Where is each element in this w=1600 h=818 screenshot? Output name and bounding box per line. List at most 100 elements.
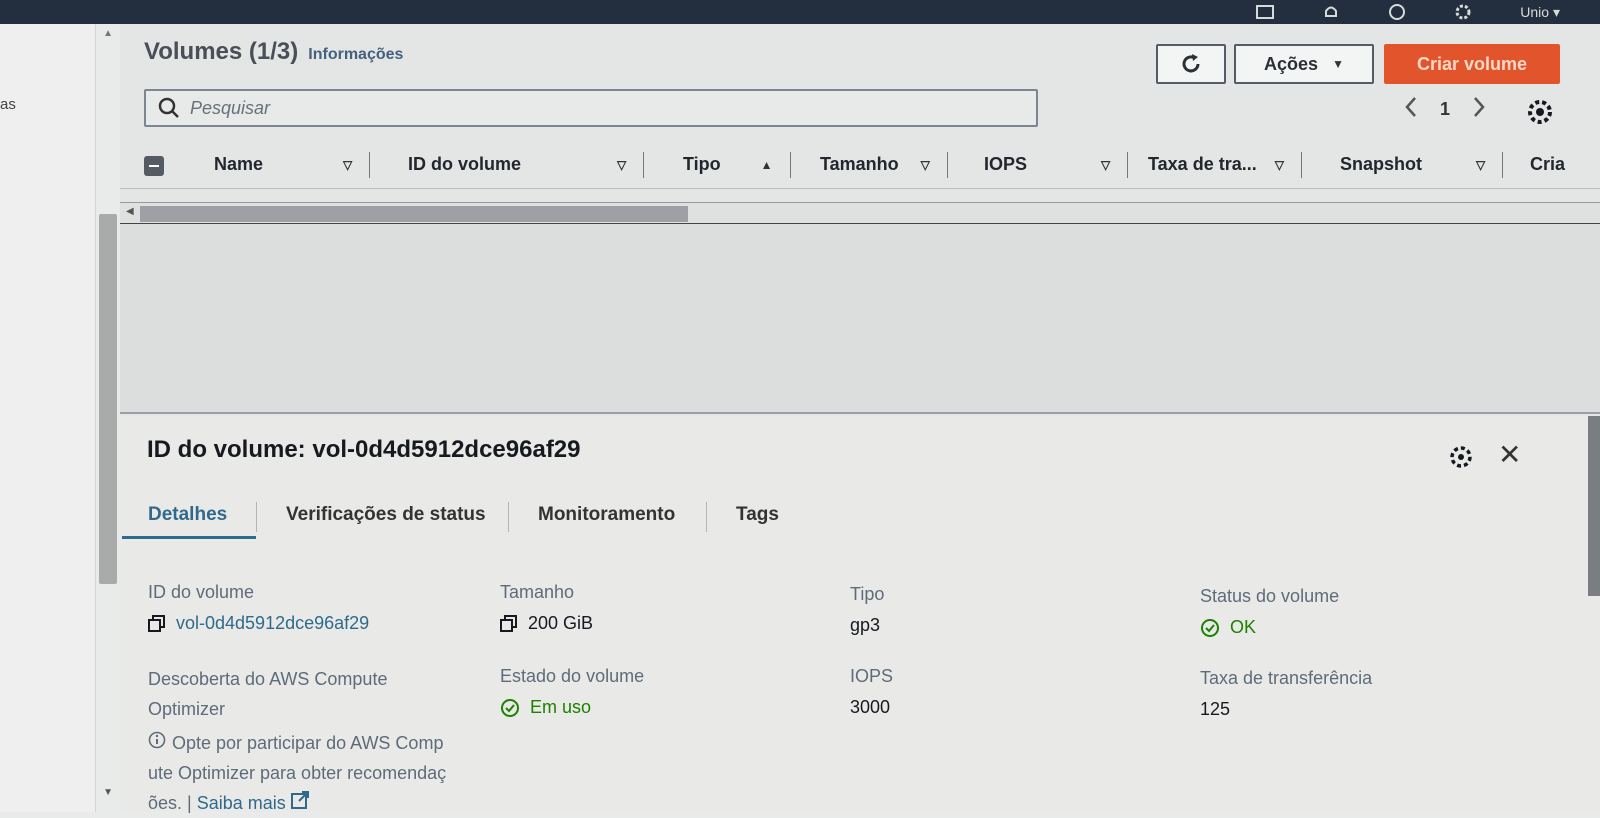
volume-id-value[interactable]: vol-0d4d5912dce96af29 — [176, 613, 369, 634]
tab-status-checks[interactable]: Verificações de status — [286, 504, 486, 526]
table-body — [120, 224, 1600, 412]
column-label: Tamanho — [820, 154, 899, 174]
column-divider[interactable] — [369, 152, 371, 178]
column-header-type[interactable]: Tipo ▲ — [683, 152, 791, 178]
field-volume-id: ID do volume vol-0d4d5912dce96af29 — [148, 582, 369, 634]
settings-icon[interactable] — [1454, 3, 1472, 21]
column-header-snapshot[interactable]: Snapshot ▽ — [1340, 152, 1504, 178]
field-volume-status: Status do volume OK — [1200, 586, 1339, 638]
info-link[interactable]: Informações — [308, 46, 403, 64]
chevron-right-icon[interactable] — [1472, 96, 1486, 123]
column-label: IOPS — [984, 154, 1028, 174]
table-row[interactable] — [120, 188, 1600, 202]
info-icon — [148, 728, 166, 758]
throughput-value: 125 — [1200, 699, 1231, 719]
active-tab-indicator — [122, 536, 256, 539]
filter-caret-icon[interactable]: ▽ — [343, 158, 352, 172]
column-header-iops[interactable]: IOPS ▽ — [984, 152, 1129, 178]
detail-title: ID do volume: vol-0d4d5912dce96af29 — [147, 436, 581, 463]
iops-value: 3000 — [850, 697, 891, 717]
detail-panel-scrollbar[interactable] — [1588, 416, 1600, 596]
side-navigation: as ▲ ▼ — [0, 24, 117, 812]
field-compute-optimizer: Descoberta do AWS Compute Optimizer Opte… — [148, 664, 488, 818]
tab-tags[interactable]: Tags — [736, 504, 779, 526]
panel-preferences-gear-icon[interactable] — [1448, 444, 1474, 470]
column-divider[interactable] — [643, 152, 645, 178]
check-circle-icon — [501, 698, 519, 717]
pagination: 1 — [1404, 96, 1486, 123]
column-header-size[interactable]: Tamanho ▽ — [820, 152, 948, 178]
chevron-left-icon[interactable] — [1404, 96, 1418, 123]
field-iops: IOPS 3000 — [850, 666, 893, 718]
check-circle-icon — [1201, 618, 1219, 637]
search-input[interactable] — [190, 97, 990, 119]
search-box[interactable] — [144, 89, 1038, 127]
refresh-button[interactable] — [1156, 44, 1226, 84]
field-label: Status do volume — [1200, 586, 1340, 606]
caret-down-icon: ▼ — [1332, 57, 1344, 71]
sidebar-scrollbar[interactable] — [99, 214, 117, 584]
filter-caret-icon[interactable]: ▽ — [1476, 158, 1485, 172]
tab-divider — [508, 502, 509, 532]
tab-divider — [706, 502, 707, 532]
horizontal-scrollbar[interactable]: ◀ — [120, 202, 1600, 224]
field-type: Tipo gp3 — [850, 584, 884, 636]
bell-icon[interactable] — [1322, 3, 1340, 21]
page-title: Volumes (1/3) — [144, 38, 299, 65]
table-preferences-gear-icon[interactable] — [1526, 98, 1554, 126]
scroll-left-arrow-icon[interactable]: ◀ — [126, 206, 134, 217]
split-panel-divider[interactable] — [120, 412, 1600, 414]
actions-dropdown-button[interactable]: Ações ▼ — [1234, 44, 1374, 84]
terminal-icon[interactable] — [1256, 3, 1275, 21]
column-divider[interactable] — [789, 152, 791, 178]
column-divider[interactable] — [946, 152, 948, 178]
actions-label: Ações — [1264, 53, 1319, 74]
optimizer-description: Opte por participar do AWS Comp ute Opti… — [148, 728, 488, 818]
description-line: ute Optimizer para obter recomendaç — [148, 763, 447, 783]
field-label: Taxa de transferência — [1200, 668, 1373, 688]
field-value: Em uso — [500, 697, 644, 718]
copy-icon[interactable] — [500, 614, 518, 633]
filter-caret-icon[interactable]: ▽ — [1275, 158, 1284, 172]
close-icon[interactable]: ✕ — [1498, 441, 1521, 469]
status-value: OK — [1230, 617, 1257, 637]
field-throughput: Taxa de transferência 125 — [1200, 668, 1372, 720]
field-label: Tipo — [850, 584, 885, 604]
column-divider[interactable] — [1127, 152, 1129, 178]
column-label: Taxa de tra... — [1148, 154, 1257, 174]
scroll-down-arrow-icon[interactable]: ▼ — [103, 787, 113, 798]
volume-detail-panel: ID do volume: vol-0d4d5912dce96af29 ✕ De… — [120, 416, 1600, 813]
field-label: Tamanho — [500, 582, 575, 602]
learn-more-link[interactable]: Saiba mais — [197, 793, 286, 813]
column-divider[interactable] — [1502, 152, 1504, 178]
sidebar-item-fragment[interactable]: as — [0, 96, 16, 113]
column-label: ID do volume — [408, 154, 522, 174]
column-header-created[interactable]: Cria — [1530, 154, 1565, 175]
current-page[interactable]: 1 — [1440, 99, 1450, 120]
filter-caret-icon[interactable]: ▽ — [617, 158, 626, 172]
filter-caret-icon[interactable]: ▽ — [921, 158, 930, 172]
column-header-volume-id[interactable]: ID do volume ▽ — [408, 152, 645, 178]
sort-ascending-icon[interactable]: ▲ — [761, 158, 773, 172]
horizontal-scroll-thumb[interactable] — [140, 206, 688, 222]
scroll-up-arrow-icon[interactable]: ▲ — [103, 28, 113, 39]
column-header-name[interactable]: Name ▽ — [214, 152, 371, 178]
tab-monitoring[interactable]: Monitoramento — [538, 504, 675, 526]
external-link-icon[interactable] — [290, 791, 309, 809]
select-all-checkbox[interactable] — [144, 156, 164, 176]
size-value: 200 GiB — [528, 613, 594, 633]
table-header: Name ▽ ID do volume ▽ Tipo ▲ Tamanho ▽ I… — [120, 142, 1600, 188]
field-label: IOPS — [850, 666, 894, 686]
region-selector[interactable]: Unio ▾ — [1520, 4, 1560, 21]
region-label: Unio — [1520, 3, 1550, 20]
copy-icon[interactable] — [148, 614, 166, 633]
column-divider[interactable] — [1300, 152, 1302, 178]
column-label: Cria — [1530, 154, 1566, 174]
tab-details[interactable]: Detalhes — [148, 504, 227, 526]
refresh-icon — [1182, 54, 1200, 73]
create-volume-button[interactable]: Criar volume — [1384, 44, 1560, 84]
description-line: ões. | — [148, 793, 192, 813]
filter-caret-icon[interactable]: ▽ — [1101, 158, 1110, 172]
help-icon[interactable] — [1388, 3, 1406, 21]
column-header-throughput[interactable]: Taxa de tra... ▽ — [1148, 152, 1302, 178]
